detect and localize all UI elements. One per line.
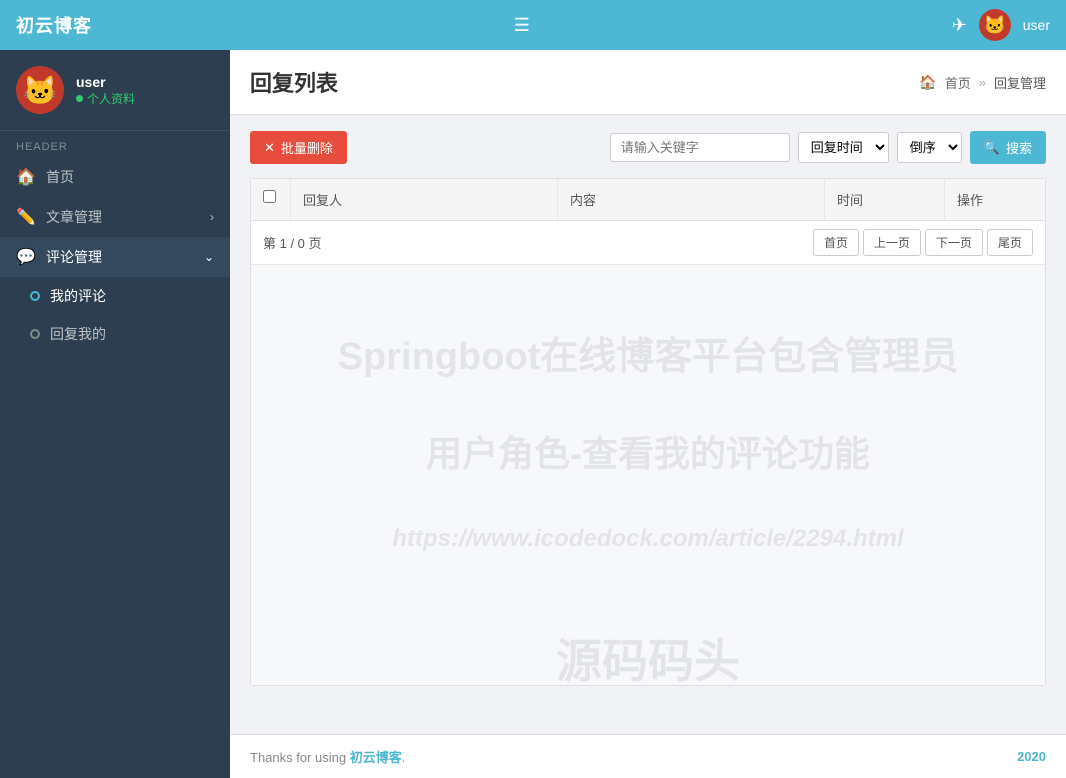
- watermark-line4: 源码码头: [556, 625, 740, 691]
- sidebar-profile-label: 个人资料: [87, 90, 135, 107]
- my-comment-label: 我的评论: [50, 286, 214, 306]
- edit-icon: ✏️: [16, 207, 36, 227]
- page-title: 回复列表: [250, 66, 338, 98]
- search-icon: 🔍: [984, 140, 1000, 156]
- toolbar: ✕ 批量删除 回复时间 评论时间 点赞数 倒序 正序 🔍: [250, 131, 1046, 164]
- reply-me-label: 回复我的: [50, 324, 214, 344]
- sidebar-item-my-comment[interactable]: 我的评论: [0, 277, 230, 315]
- sidebar-item-comment[interactable]: 💬 评论管理 ⌄: [0, 237, 230, 277]
- watermark-area: Springboot在线博客平台包含管理员 用户角色-查看我的评论功能 http…: [251, 265, 1045, 685]
- table-container: 回复人 内容 时间 操作 第 1 / 0 页 首页 上一页 下一页 尾页: [250, 178, 1046, 686]
- table-col-action: 操作: [945, 179, 1045, 220]
- sidebar-user-section: 🐱 user 个人资料: [0, 50, 230, 131]
- my-comment-indicator: [30, 291, 40, 301]
- top-navbar: 初云博客 ☰ ✈ 🐱 user: [0, 0, 1066, 50]
- footer-year: 2020: [1017, 749, 1046, 764]
- article-arrow-icon: ›: [210, 210, 214, 224]
- home-icon: 🏠: [16, 167, 36, 187]
- delete-icon: ✕: [264, 140, 275, 156]
- pagination-first[interactable]: 首页: [813, 229, 859, 256]
- table-col-replier: 回复人: [291, 179, 558, 220]
- table-col-checkbox: [251, 179, 291, 220]
- pagination-info: 第 1 / 0 页: [263, 233, 322, 252]
- breadcrumb-icon: 🏠: [919, 74, 936, 91]
- watermark-line1: Springboot在线博客平台包含管理员: [338, 325, 959, 380]
- sidebar-item-reply-me[interactable]: 回复我的: [0, 315, 230, 353]
- pagination-next[interactable]: 下一页: [925, 229, 983, 256]
- table-col-time: 时间: [825, 179, 945, 220]
- navigation-icon: ✈: [952, 15, 967, 36]
- nav-username: user: [1023, 17, 1050, 33]
- footer: Thanks for using 初云博客. 2020: [230, 734, 1066, 778]
- watermark-line3: https://www.icodedock.com/article/2294.h…: [392, 525, 903, 553]
- footer-link[interactable]: 初云博客: [350, 750, 402, 765]
- sidebar-section-label: HEADER: [0, 131, 230, 157]
- content-header: 回复列表 🏠 首页 » 回复管理: [230, 50, 1066, 115]
- profile-dot: [76, 95, 83, 102]
- footer-text: Thanks for using 初云博客.: [250, 747, 405, 766]
- content-area: 回复列表 🏠 首页 » 回复管理 ✕ 批量删除 回复时间 评: [230, 50, 1066, 778]
- content-main: ✕ 批量删除 回复时间 评论时间 点赞数 倒序 正序 🔍: [230, 115, 1066, 734]
- pagination-buttons: 首页 上一页 下一页 尾页: [813, 229, 1033, 256]
- brand-title: 初云博客: [16, 12, 92, 38]
- sort-select[interactable]: 回复时间 评论时间 点赞数: [798, 132, 889, 163]
- main-layout: 🐱 user 个人资料 HEADER 🏠 首页 ✏️ 文章管理 › 💬: [0, 50, 1066, 778]
- reply-me-indicator: [30, 329, 40, 339]
- sidebar-home-label: 首页: [46, 167, 214, 187]
- navbar-right: ✈ 🐱 user: [952, 9, 1050, 41]
- bulk-delete-label: 批量删除: [281, 138, 333, 157]
- table-header: 回复人 内容 时间 操作: [251, 179, 1045, 221]
- search-input[interactable]: [610, 133, 790, 162]
- sidebar-article-label: 文章管理: [46, 207, 200, 227]
- navbar-left: 初云博客: [16, 12, 92, 38]
- pagination-prev[interactable]: 上一页: [863, 229, 921, 256]
- breadcrumb-home[interactable]: 首页: [945, 73, 971, 92]
- sidebar-avatar: 🐱: [16, 66, 64, 114]
- pagination-last[interactable]: 尾页: [987, 229, 1033, 256]
- avatar: 🐱: [979, 9, 1011, 41]
- search-label: 搜索: [1006, 138, 1032, 157]
- select-all-checkbox[interactable]: [263, 190, 276, 203]
- sidebar: 🐱 user 个人资料 HEADER 🏠 首页 ✏️ 文章管理 › 💬: [0, 50, 230, 778]
- table-col-content: 内容: [558, 179, 825, 220]
- sidebar-username: user: [76, 74, 135, 90]
- hamburger-icon[interactable]: ☰: [514, 15, 530, 36]
- pagination-row: 第 1 / 0 页 首页 上一页 下一页 尾页: [251, 221, 1045, 265]
- watermark-line2: 用户角色-查看我的评论功能: [426, 425, 870, 477]
- breadcrumb-current: 回复管理: [994, 73, 1046, 92]
- footer-text-after: .: [402, 750, 406, 765]
- sidebar-user-info: user 个人资料: [76, 74, 135, 107]
- footer-text-before: Thanks for using: [250, 750, 350, 765]
- order-select[interactable]: 倒序 正序: [897, 132, 962, 163]
- breadcrumb-sep: »: [979, 75, 986, 90]
- sidebar-profile[interactable]: 个人资料: [76, 90, 135, 107]
- sidebar-item-article[interactable]: ✏️ 文章管理 ›: [0, 197, 230, 237]
- sidebar-item-home[interactable]: 🏠 首页: [0, 157, 230, 197]
- search-button[interactable]: 🔍 搜索: [970, 131, 1046, 164]
- bulk-delete-button[interactable]: ✕ 批量删除: [250, 131, 347, 164]
- search-area: 回复时间 评论时间 点赞数 倒序 正序 🔍 搜索: [610, 131, 1046, 164]
- comment-arrow-icon: ⌄: [204, 250, 214, 264]
- breadcrumb: 🏠 首页 » 回复管理: [919, 73, 1046, 92]
- comment-icon: 💬: [16, 247, 36, 267]
- sidebar-comment-label: 评论管理: [46, 247, 194, 267]
